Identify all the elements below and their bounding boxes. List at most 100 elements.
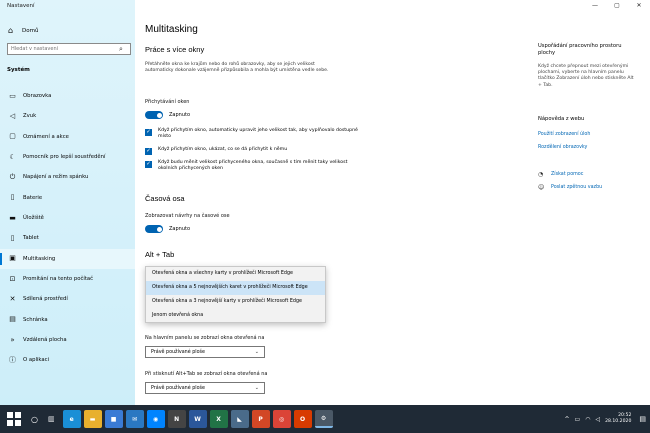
app-icon[interactable]: N: [167, 410, 186, 428]
search-input[interactable]: [11, 46, 119, 52]
sidebar-item-sound[interactable]: ◁ Zvuk: [0, 106, 135, 126]
powerpoint-icon[interactable]: P: [251, 410, 270, 428]
sidebar-item-display[interactable]: ▭ Obrazovka: [0, 86, 135, 106]
shared-experiences-icon: ✕: [9, 294, 16, 303]
home-link[interactable]: ⌂ Domů: [0, 24, 135, 38]
start-button[interactable]: [7, 412, 21, 426]
related-description: Když chcete přepnout mezi otevřenými plo…: [538, 64, 634, 88]
battery-icon: ▯: [10, 193, 15, 202]
alttab-windows-label: Při stisknutí Alt+Tab se zobrazí okna ot…: [145, 371, 268, 377]
sidebar-item-label: Tablet: [23, 235, 39, 242]
snap-resize-label: Když budu měnit velikost přichyceného ok…: [158, 160, 348, 172]
task-view-icon[interactable]: ▥: [48, 415, 55, 423]
notification-icon: ▢: [9, 132, 16, 141]
system-tray: ^ ▭ ◠ ◁ 20:52 28.10.2020 ▤: [564, 405, 646, 433]
taskbar: ○ ▥ e ▬ ■ ✉ ◉ N W X ◣ P ◎ O ⚙ ^ ▭ ◠ ◁ 20:52 28.10.20…: [0, 405, 650, 433]
snap-assist-checkbox[interactable]: ✓: [145, 148, 152, 155]
battery-tray-icon[interactable]: ▭: [575, 416, 581, 423]
snap-heading: Práce s více okny: [145, 45, 205, 54]
edge-icon[interactable]: e: [62, 410, 81, 428]
snap-assist-label: Když přichytím okno, ukázat, co se dá př…: [158, 147, 288, 152]
search-box[interactable]: ⌕: [7, 43, 131, 55]
sidebar-item-battery[interactable]: ▯ Baterie: [0, 188, 135, 208]
mail-icon[interactable]: ✉: [125, 410, 144, 428]
chevron-up-icon[interactable]: ^: [564, 416, 569, 423]
sidebar-item-label: Oznámení a akce: [23, 133, 69, 140]
sidebar-item-shared-experiences[interactable]: ✕ Sdílená prostředí: [0, 289, 135, 309]
snap-fill-checkbox[interactable]: ✓: [145, 129, 152, 136]
taskbar-windows-select[interactable]: Právě používané ploše ⌄: [145, 346, 265, 358]
help-icon: ◔: [538, 171, 544, 178]
sidebar-item-label: Úložiště: [23, 215, 44, 222]
page-title: Multitasking: [145, 24, 198, 35]
photos-icon[interactable]: ◣: [230, 410, 249, 428]
section-label: Systém: [7, 67, 30, 73]
alttab-option[interactable]: Jenom otevřená okna: [146, 308, 325, 322]
search-icon[interactable]: ⌕: [119, 45, 123, 54]
sidebar-item-remote-desktop[interactable]: » Vzdálená plocha: [0, 330, 135, 350]
sidebar-item-label: Sdílená prostředí: [23, 296, 68, 303]
split-screen-link[interactable]: Rozdělení obrazovky: [538, 145, 587, 150]
sidebar-item-focus-assist[interactable]: ☾ Pomocník pro lepší soustředění: [0, 147, 135, 167]
settings-icon[interactable]: ⚙: [314, 410, 333, 428]
sidebar-item-notifications[interactable]: ▢ Oznámení a akce: [0, 127, 135, 147]
power-icon: ⏻: [9, 172, 16, 181]
sidebar-item-label: Napájení a režim spánku: [23, 174, 89, 181]
sidebar-item-about[interactable]: ⓘ O aplikaci: [0, 350, 135, 370]
info-icon: ⓘ: [9, 355, 16, 364]
sidebar-item-storage[interactable]: ▬ Úložiště: [0, 208, 135, 228]
timeline-toggle-label: Zobrazovat návrhy na časové ose: [145, 213, 230, 219]
sidebar-item-label: Vzdálená plocha: [23, 337, 67, 344]
window-title: Nastavení: [7, 3, 35, 9]
word-icon[interactable]: W: [188, 410, 207, 428]
sidebar-item-tablet[interactable]: ▯ Tablet: [0, 228, 135, 248]
snap-resize-checkbox[interactable]: ✓: [145, 161, 152, 168]
close-button[interactable]: ✕: [628, 0, 650, 12]
maximize-button[interactable]: ▢: [606, 0, 628, 12]
sidebar-item-label: Schránka: [23, 316, 48, 323]
timeline-toggle[interactable]: [145, 225, 163, 233]
feedback-label: Poslat zpětnou vazbu: [551, 185, 603, 190]
action-center-icon[interactable]: ▤: [639, 415, 646, 423]
taskbar-search-icon[interactable]: ○: [31, 415, 38, 424]
chrome-icon[interactable]: ◎: [272, 410, 291, 428]
speaker-icon: ◁: [9, 111, 16, 120]
sidebar-item-projecting[interactable]: ⊡ Promítání na tento počítač: [0, 269, 135, 289]
minimize-button[interactable]: —: [584, 0, 606, 12]
excel-icon[interactable]: X: [209, 410, 228, 428]
feedback-link[interactable]: ☺ Poslat zpětnou vazbu: [538, 184, 602, 191]
sidebar-item-clipboard[interactable]: ▤ Schránka: [0, 310, 135, 330]
sidebar-item-label: Zvuk: [23, 113, 37, 120]
alttab-option[interactable]: Otevřená okna a všechny karty v prohlíže…: [146, 267, 325, 281]
alttab-option[interactable]: Otevřená okna a 3 nejnovější karty v pro…: [146, 295, 325, 309]
office-icon[interactable]: O: [293, 410, 312, 428]
snap-toggle[interactable]: [145, 111, 163, 119]
clock-date: 28.10.2020: [605, 419, 632, 424]
tablet-icon: ▯: [10, 233, 15, 242]
sidebar-item-label: O aplikaci: [23, 357, 50, 364]
sidebar-item-label: Multitasking: [23, 255, 56, 262]
snap-fill-label: Když přichytím okno, automaticky upravit…: [158, 128, 358, 140]
sidebar-item-label: Baterie: [23, 194, 43, 201]
sidebar: Nastavení ⌂ Domů ⌕ Systém ▭ Obrazovka ◁ …: [0, 0, 135, 405]
sidebar-item-label: Pomocník pro lepší soustředění: [23, 154, 106, 161]
alttab-dropdown-list[interactable]: Otevřená okna a všechny karty v prohlíže…: [145, 266, 326, 323]
file-explorer-icon[interactable]: ▬: [83, 410, 102, 428]
alttab-windows-value: Právě používané ploše: [151, 385, 205, 391]
multitasking-icon: ▣: [9, 254, 16, 263]
messenger-icon[interactable]: ◉: [146, 410, 165, 428]
sidebar-nav: ▭ Obrazovka ◁ Zvuk ▢ Oznámení a akce ☾ P…: [0, 86, 135, 371]
get-help-link[interactable]: ◔ Získat pomoc: [538, 171, 583, 178]
task-view-link[interactable]: Použití zobrazení úloh: [538, 132, 590, 137]
volume-icon[interactable]: ◁: [595, 416, 600, 423]
alttab-heading: Alt + Tab: [145, 250, 175, 259]
alttab-option-selected[interactable]: Otevřená okna a 5 nejnovějších karet v p…: [146, 280, 325, 295]
store-icon[interactable]: ■: [104, 410, 123, 428]
home-icon: ⌂: [8, 26, 14, 35]
sidebar-item-multitasking[interactable]: ▣ Multitasking: [0, 248, 135, 269]
clock[interactable]: 20:52 28.10.2020: [605, 413, 631, 425]
moon-icon: ☾: [9, 152, 16, 161]
alttab-windows-select[interactable]: Právě používané ploše ⌄: [145, 382, 265, 394]
sidebar-item-power[interactable]: ⏻ Napájení a režim spánku: [0, 167, 135, 187]
wifi-icon[interactable]: ◠: [585, 416, 590, 423]
